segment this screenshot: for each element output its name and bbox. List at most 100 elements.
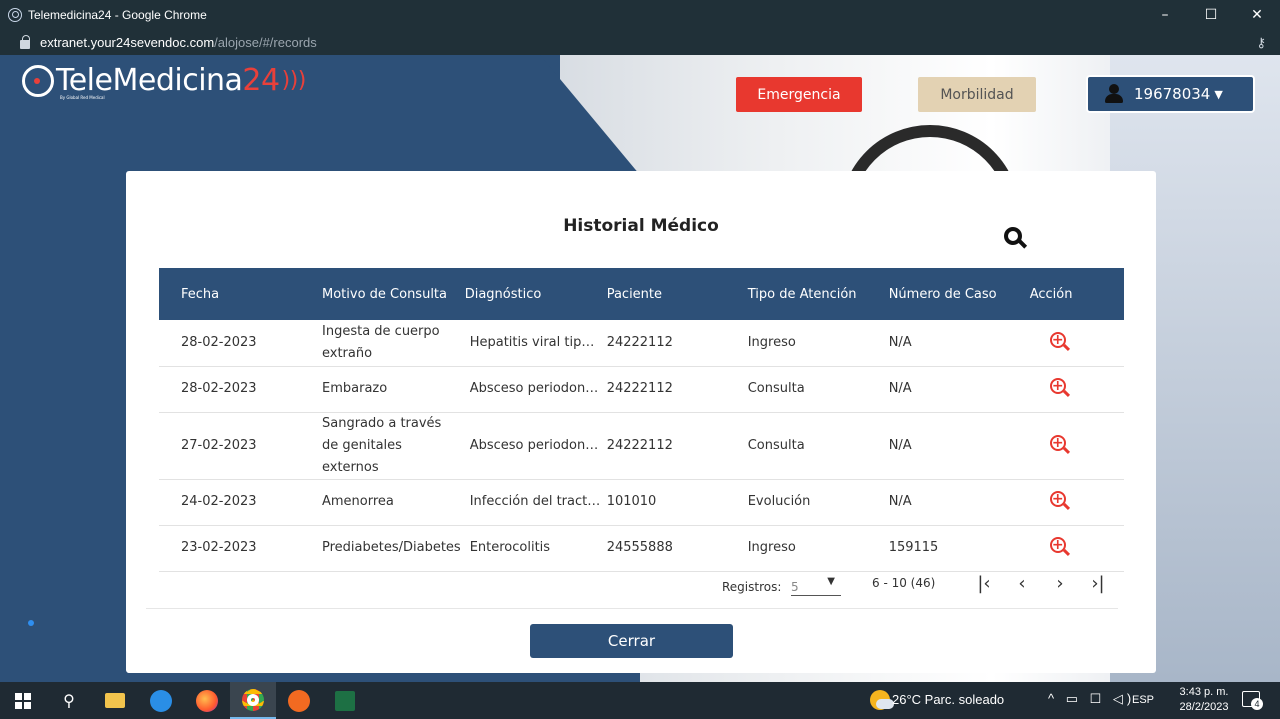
cell-motivo: Amenorrea — [322, 494, 394, 509]
cell-accion: + — [1025, 479, 1124, 525]
search-icon: ⚲ — [63, 691, 75, 710]
logo-number: 24 — [242, 63, 280, 98]
cell-caso: N/A — [888, 334, 912, 350]
column-header-tipo[interactable]: Tipo de Atención — [743, 268, 884, 320]
chrome-button[interactable] — [230, 682, 276, 719]
cell-fecha: 28-02-2023 — [181, 381, 257, 396]
notification-count: 4 — [1251, 698, 1263, 710]
folder-icon — [105, 693, 125, 708]
telemedicina-logo[interactable]: TeleMedicina 24))) — [22, 63, 306, 98]
weather-text[interactable]: 26°C Parc. soleado — [892, 692, 1004, 707]
table-row: 28-02-2023 Embarazo Absceso periodon… 24… — [159, 366, 1124, 412]
tray-icons[interactable]: ^ ▭ ☐ ◁) — [1048, 691, 1135, 707]
modal-divider — [146, 608, 1118, 609]
url-host[interactable]: extranet.your24sevendoc.com — [40, 35, 214, 50]
windows-logo-icon — [15, 692, 31, 709]
excel-button[interactable] — [322, 682, 368, 719]
cell-paciente: 101010 — [606, 494, 657, 509]
first-page-button[interactable]: |‹ — [974, 573, 994, 594]
emergency-button[interactable]: Emergencia — [736, 77, 862, 112]
cell-caso: 159115 — [888, 540, 939, 555]
clock-date: 28/2/2023 — [1179, 701, 1229, 713]
column-header-paciente[interactable]: Paciente — [602, 268, 743, 320]
minimize-button[interactable]: – — [1142, 0, 1188, 30]
cell-motivo: Prediabetes/Diabetes — [322, 540, 461, 555]
start-button[interactable] — [0, 682, 46, 719]
view-record-zoom-icon[interactable]: + — [1049, 537, 1070, 557]
cell-tipo: Consulta — [747, 381, 805, 396]
cell-fecha: 28-02-2023 — [181, 334, 257, 350]
cell-fecha: 27-02-2023 — [181, 437, 257, 453]
cell-tipo: Evolución — [747, 494, 811, 509]
page-range: 6 - 10 (46) — [872, 576, 936, 590]
column-header-accion: Acción — [1029, 286, 1073, 302]
close-modal-button[interactable]: Cerrar — [530, 624, 733, 658]
table-row: 27-02-2023 Sangrado a través de genitale… — [159, 412, 1124, 479]
column-header-fecha[interactable]: Fecha — [159, 268, 300, 320]
cell-fecha: 23-02-2023 — [181, 540, 257, 555]
browser-titlebar: Telemedicina24 - Google Chrome – ☐ ✕ — [0, 0, 1280, 30]
taskbar-app-button[interactable] — [138, 682, 184, 719]
column-header-diagnostico[interactable]: Diagnóstico — [461, 268, 602, 320]
cell-diagnostico: Absceso periodon… — [469, 381, 599, 396]
telemedicina-favicon-icon — [8, 8, 22, 22]
column-header-caso[interactable]: Número de Caso — [884, 268, 1025, 320]
medical-history-modal: Historial Médico Fecha Motivo de Consult… — [126, 171, 1156, 673]
last-page-button[interactable]: ›| — [1088, 573, 1108, 594]
cell-paciente: 24555888 — [606, 540, 673, 555]
page-size-label: Registros: — [722, 580, 782, 594]
language-indicator[interactable]: ESP — [1132, 694, 1154, 706]
firefox-button[interactable] — [184, 682, 230, 719]
cell-motivo: Ingesta de cuerpo extraño — [322, 323, 440, 361]
table-row: 24-02-2023 Amenorrea Infección del tract… — [159, 479, 1124, 525]
view-record-zoom-icon[interactable]: + — [1049, 434, 1070, 455]
search-button[interactable] — [1004, 227, 1028, 251]
next-page-button[interactable]: › — [1050, 573, 1070, 594]
view-record-zoom-icon[interactable]: + — [1049, 331, 1070, 352]
cell-accion: + — [1025, 366, 1124, 412]
modal-title: Historial Médico — [563, 216, 719, 236]
table-header-row: Fecha Motivo de Consulta Diagnóstico Pac… — [159, 268, 1124, 320]
clock-time: 3:43 p. m. — [1179, 686, 1229, 698]
user-avatar-icon — [1104, 84, 1124, 104]
taskbar-app-button[interactable] — [276, 682, 322, 719]
cell-accion: + — [1025, 412, 1124, 479]
prev-page-button[interactable]: ‹ — [1012, 573, 1032, 594]
page-size-select[interactable]: 5 ▼ — [791, 576, 841, 596]
user-menu-button[interactable]: 19678034 ▼ — [1086, 75, 1255, 113]
status-dot — [28, 620, 34, 626]
cell-motivo: Sangrado a través de genitales externos — [322, 415, 442, 475]
notification-center-button[interactable]: 4 — [1242, 691, 1263, 710]
file-explorer-button[interactable] — [92, 682, 138, 719]
windows-taskbar: ⚲ 26°C Parc. soleado ^ ▭ ☐ ◁) ESP 3:43 p… — [0, 682, 1280, 719]
column-header-motivo[interactable]: Motivo de Consulta — [300, 268, 461, 320]
search-taskbar-button[interactable]: ⚲ — [46, 682, 92, 719]
cell-tipo: Ingreso — [747, 540, 796, 555]
cell-paciente: 24222112 — [606, 437, 673, 453]
firefox-icon — [196, 689, 218, 712]
stethoscope-logo-icon — [22, 64, 54, 97]
chevron-down-icon: ▼ — [1214, 87, 1223, 101]
close-window-button[interactable]: ✕ — [1234, 0, 1280, 30]
key-icon[interactable]: ⚷ — [1256, 35, 1266, 51]
view-record-zoom-icon[interactable]: + — [1049, 491, 1070, 511]
url-path[interactable]: /alojose/#/records — [214, 35, 317, 50]
app-icon — [150, 689, 172, 712]
window-title: Telemedicina24 - Google Chrome — [28, 8, 207, 22]
address-bar[interactable]: extranet.your24sevendoc.com/alojose/#/re… — [0, 30, 1280, 55]
excel-icon — [335, 690, 355, 711]
window-controls: – ☐ ✕ — [1142, 0, 1280, 30]
cell-accion: + — [1025, 320, 1124, 366]
lock-icon[interactable] — [20, 35, 30, 49]
app-icon — [288, 689, 310, 712]
cell-paciente: 24222112 — [606, 381, 673, 396]
morbidity-button[interactable]: Morbilidad — [918, 77, 1036, 112]
page-viewport: TeleMedicina 24))) By Global Red Medical … — [0, 55, 1280, 682]
view-record-zoom-icon[interactable]: + — [1049, 378, 1070, 398]
cell-caso: N/A — [888, 381, 912, 396]
maximize-button[interactable]: ☐ — [1188, 0, 1234, 30]
clock[interactable]: 3:43 p. m. 28/2/2023 — [1174, 685, 1234, 715]
cell-caso: N/A — [888, 437, 912, 453]
dropdown-arrow-icon: ▼ — [827, 576, 835, 587]
logo-subtitle: By Global Red Medical — [60, 95, 105, 100]
